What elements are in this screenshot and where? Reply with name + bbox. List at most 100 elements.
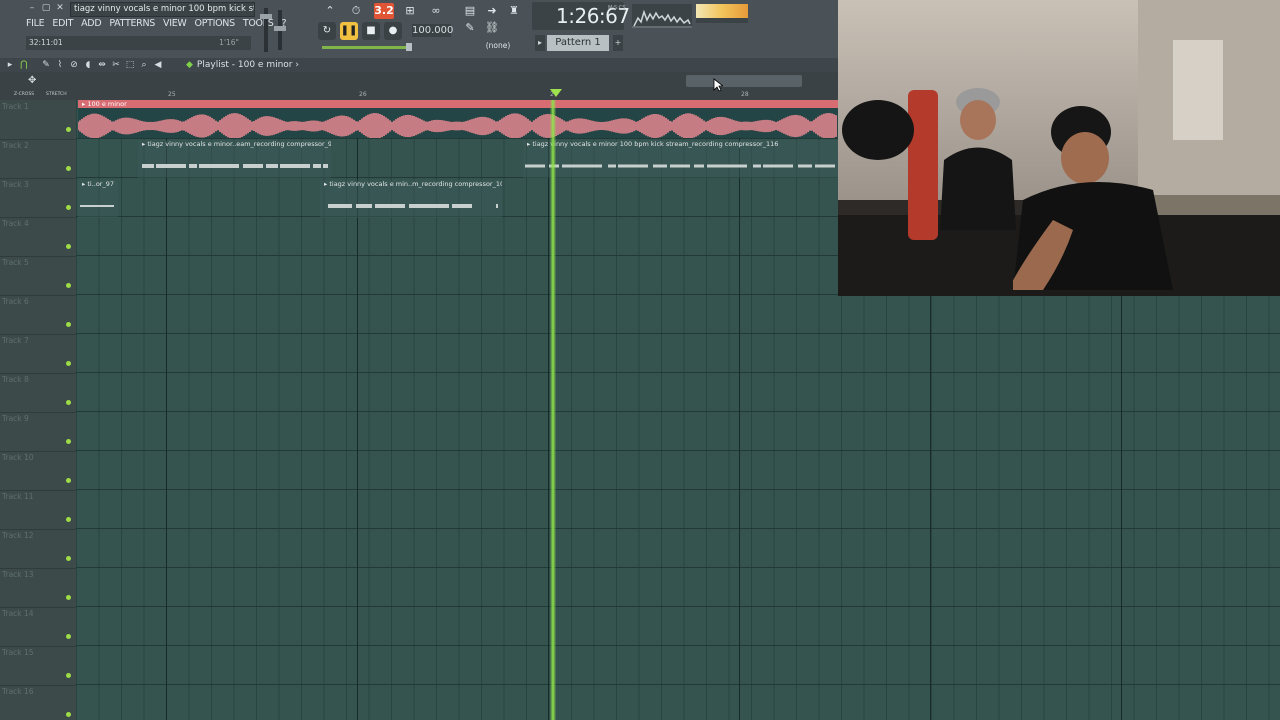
record-button[interactable]: ● [384,22,402,40]
master-volume-slider[interactable] [260,8,272,52]
brush-icon[interactable]: ⌇ [54,59,66,71]
slip-icon[interactable]: ⇹ [96,59,108,71]
track-active-dot[interactable] [66,244,71,249]
audio-clip-main[interactable]: ▸ 100 e minor [78,100,838,138]
song-mode-icon[interactable]: ↻ [318,22,336,40]
master-pitch-slider[interactable] [274,10,286,50]
time-display[interactable]: 1:26:67 M:S:CS [532,2,630,30]
move-icon[interactable]: ✥ [28,75,36,86]
countdown-button[interactable]: 3.2 [374,3,394,19]
track-headers: Track 1 Track 2 Track 3 Track 4 Track 5 Track… [0,100,76,720]
track-header[interactable]: Track 2 [0,139,76,179]
track-active-dot[interactable] [66,634,71,639]
pattern-selector[interactable]: ▸ Pattern 1 + [535,35,623,51]
track-active-dot[interactable] [66,361,71,366]
audio-clip[interactable]: ▸ ti..or_97 [78,180,118,218]
main-menu: FILE EDIT ADD PATTERNS VIEW OPTIONS TOOL… [26,18,294,29]
add-pattern-icon[interactable]: + [613,35,623,51]
menu-arrow-icon[interactable]: ▸ [4,59,16,71]
zoom-icon[interactable]: ⌕ [138,59,150,71]
menu-file[interactable]: FILE [26,18,45,29]
track-active-dot[interactable] [66,673,71,678]
menu-tools[interactable]: TOOLS [243,18,274,29]
menu-add[interactable]: ADD [81,18,102,29]
track-active-dot[interactable] [66,322,71,327]
stop-button[interactable]: ■ [362,22,380,40]
delete-icon[interactable]: ⊘ [68,59,80,71]
tempo-display[interactable]: 100.000 [412,24,453,37]
playhead-marker[interactable] [550,89,562,97]
magnet-icon[interactable]: ⋂ [18,59,30,71]
track-header[interactable]: Track 13 [0,568,76,608]
track-header[interactable]: Track 15 [0,646,76,686]
clip-title: ▸ ti..or_97 [82,180,115,188]
track-header[interactable]: Track 5 [0,256,76,296]
menu-view[interactable]: VIEW [163,18,187,29]
track-active-dot[interactable] [66,205,71,210]
track-active-dot[interactable] [66,439,71,444]
track-header[interactable]: Track 4 [0,217,76,257]
select-icon[interactable]: ⬚ [124,59,136,71]
webcam-person-left [940,88,1016,230]
prev-pattern-icon[interactable]: ▸ [535,35,545,51]
audio-clip[interactable]: ▸ tiagz vinny vocals e min..m_recording … [320,180,502,218]
pause-button[interactable]: ❚❚ [340,22,358,40]
track-header[interactable]: Track 6 [0,295,76,335]
track-header[interactable]: Track 9 [0,412,76,452]
menu-patterns[interactable]: PATTERNS [109,18,155,29]
link-icon[interactable]: ⛓ [482,20,502,36]
piano-roll-icon[interactable]: ▤ [460,3,480,19]
track-active-dot[interactable] [66,400,71,405]
playback-icon[interactable]: ◀ [152,59,164,71]
fl-studio-window: – ▢ ✕ tiagz vinny vocals e minor 100 bpm… [0,0,1280,720]
mixer-icon[interactable]: ♜ [504,3,524,19]
webcam-doorway [1173,40,1223,140]
clip-waveform [142,164,328,168]
output-meter [696,4,748,18]
track-header[interactable]: Track 16 [0,685,76,720]
track-active-dot[interactable] [66,712,71,717]
timeline-ruler[interactable]: 25 26 27 28 [76,90,838,100]
swing-slider[interactable] [322,43,412,51]
track-active-dot[interactable] [66,478,71,483]
zcross-label[interactable]: Z-CROSS [14,90,34,100]
track-header[interactable]: Track 7 [0,334,76,374]
track-active-dot[interactable] [66,283,71,288]
track-active-dot[interactable] [66,127,71,132]
minimize-icon[interactable]: – [26,2,38,14]
draw-tool-icon[interactable]: ✎ [460,20,480,36]
restore-icon[interactable]: ▢ [40,2,52,14]
track-header[interactable]: Track 14 [0,607,76,647]
stretch-label[interactable]: STRETCH [46,90,67,100]
playlist-play-icon[interactable]: ◆ [186,60,193,70]
audio-clip[interactable]: ▸ tiagz vinny vocals e minor 100 bpm kic… [523,140,838,178]
track-header[interactable]: Track 11 [0,490,76,530]
close-icon[interactable]: ✕ [54,2,66,14]
arrow-right-icon[interactable]: ➜ [482,3,502,19]
menu-options[interactable]: OPTIONS [195,18,236,29]
metronome-icon[interactable]: ⌃ [320,3,340,19]
slice-icon[interactable]: ✂ [110,59,122,71]
playhead-line [550,100,556,720]
mute-icon[interactable]: ◖ [82,59,94,71]
wait-record-icon[interactable]: ⏱ [346,3,366,19]
track-active-dot[interactable] [66,595,71,600]
track-header[interactable]: Track 1 [0,100,76,140]
menu-edit[interactable]: EDIT [52,18,73,29]
pencil-icon[interactable]: ✎ [40,59,52,71]
track-header[interactable]: Track 12 [0,529,76,569]
track-header[interactable]: Track 10 [0,451,76,491]
horizontal-scrollbar[interactable] [686,75,802,87]
loop-record-icon[interactable]: ∞ [426,3,446,19]
track-name: Track 15 [2,648,34,657]
pattern-name[interactable]: Pattern 1 [547,35,609,51]
track-active-dot[interactable] [66,517,71,522]
track-active-dot[interactable] [66,166,71,171]
track-header[interactable]: Track 3 [0,178,76,218]
track-header[interactable]: Track 8 [0,373,76,413]
cpu-graph [632,9,692,28]
track-active-dot[interactable] [66,556,71,561]
audio-clip[interactable]: ▸ tiagz vinny vocals e minor..eam_record… [138,140,331,178]
snap-selector[interactable]: (none) [478,40,518,52]
step-edit-icon[interactable]: ⊞ [400,3,420,19]
